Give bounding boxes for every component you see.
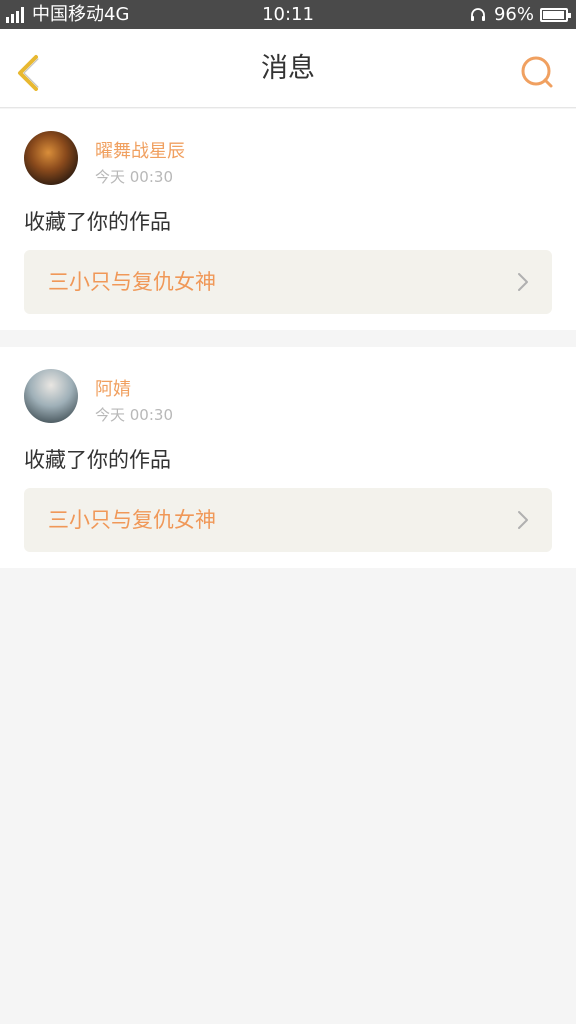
battery-percent: 96% <box>493 4 534 25</box>
work-title: 三小只与复仇女神 <box>48 508 216 532</box>
username[interactable]: 阿婧 <box>95 375 131 401</box>
battery-icon <box>540 7 571 22</box>
page-title: 消息 <box>261 53 315 84</box>
chevron-right-icon <box>518 511 528 529</box>
status-bar: 中国移动4G 10:11 96% <box>0 0 576 29</box>
work-title: 三小只与复仇女神 <box>48 270 216 294</box>
timestamp: 今天 00:30 <box>95 168 173 186</box>
action-text: 收藏了你的作品 <box>24 448 171 472</box>
timestamp: 今天 00:30 <box>95 406 173 424</box>
username[interactable]: 曜舞战星辰 <box>95 137 185 163</box>
header: 消息 <box>0 29 576 108</box>
work-link[interactable]: 三小只与复仇女神 <box>24 488 552 552</box>
headset-icon <box>470 7 485 21</box>
search-icon[interactable] <box>518 53 558 93</box>
chevron-right-icon <box>518 273 528 291</box>
avatar[interactable] <box>24 131 78 185</box>
avatar[interactable] <box>24 369 78 423</box>
message-card: 曜舞战星辰 今天 00:30 收藏了你的作品 三小只与复仇女神 <box>0 109 576 330</box>
action-text: 收藏了你的作品 <box>24 210 171 234</box>
battery-level <box>543 10 565 19</box>
status-right: 96% <box>470 0 571 29</box>
work-link[interactable]: 三小只与复仇女神 <box>24 250 552 314</box>
message-card: 阿婧 今天 00:30 收藏了你的作品 三小只与复仇女神 <box>0 347 576 568</box>
battery-tip <box>568 12 571 18</box>
